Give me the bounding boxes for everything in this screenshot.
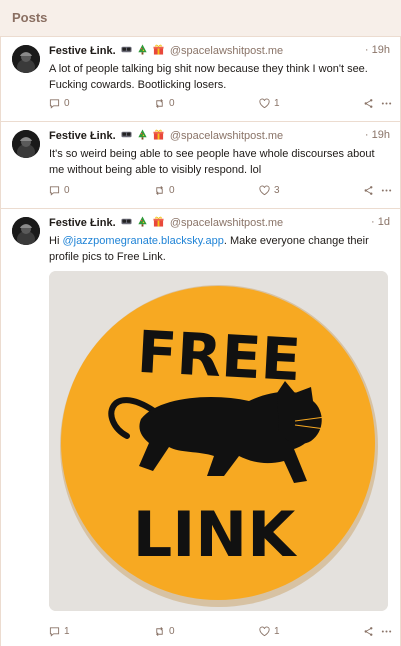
more-options-button[interactable] — [381, 98, 392, 109]
post[interactable]: Festive Łink. @spacelawshitpost.me · 1d … — [0, 208, 401, 646]
christmas-tree-icon — [137, 216, 148, 227]
christmas-tree-icon — [137, 44, 148, 55]
gift-icon — [153, 44, 164, 55]
repost-button[interactable]: 0 — [154, 626, 175, 637]
share-button[interactable] — [363, 98, 374, 109]
author-name[interactable]: Festive Łink. — [49, 217, 116, 229]
posts-header: Posts — [0, 0, 401, 36]
repost-count: 0 — [169, 185, 175, 196]
post-time[interactable]: · 19h — [365, 44, 390, 56]
post-header: Festive Łink. @spacelawshitpost.me · 19h — [49, 44, 390, 60]
repost-icon — [154, 98, 165, 109]
repost-count: 0 — [169, 98, 175, 109]
author-handle[interactable]: @spacelawshitpost.me — [170, 217, 283, 229]
post-actions: 0 0 1 — [49, 98, 390, 112]
share-icon — [363, 98, 374, 109]
more-icon — [381, 185, 392, 196]
post-time[interactable]: · 19h — [365, 129, 390, 141]
reply-icon — [49, 185, 60, 196]
post-time[interactable]: · 1d — [371, 216, 390, 228]
reply-button[interactable]: 0 — [49, 98, 70, 109]
reply-button[interactable]: 1 — [49, 626, 70, 637]
like-icon — [259, 185, 270, 196]
author-name[interactable]: Festive Łink. — [49, 130, 116, 142]
free-link-button-image: FREE LINK — [49, 271, 388, 611]
glasses-icon — [121, 129, 132, 140]
post-feed: Festive Łink. @spacelawshitpost.me · 19h… — [0, 36, 401, 646]
repost-button[interactable]: 0 — [154, 185, 175, 196]
repost-count: 0 — [169, 626, 175, 637]
repost-icon — [154, 185, 165, 196]
share-button[interactable] — [363, 626, 374, 637]
image-embed[interactable]: FREE LINK — [49, 271, 388, 611]
like-count: 1 — [274, 98, 280, 109]
post-text: Hi @jazzpomegranate.blacksky.app. Make e… — [49, 233, 381, 265]
post-actions: 1 0 1 — [49, 626, 390, 640]
avatar-image — [12, 130, 40, 158]
more-options-button[interactable] — [381, 626, 392, 637]
avatar[interactable] — [12, 45, 40, 73]
like-button[interactable]: 3 — [259, 185, 280, 196]
like-count: 3 — [274, 185, 280, 196]
author-handle[interactable]: @spacelawshitpost.me — [170, 130, 283, 142]
author-name[interactable]: Festive Łink. — [49, 45, 116, 57]
reply-icon — [49, 626, 60, 637]
button-text-line1: FREE — [136, 318, 303, 394]
like-button[interactable]: 1 — [259, 626, 280, 637]
post[interactable]: Festive Łink. @spacelawshitpost.me · 19h… — [0, 121, 401, 208]
gift-icon — [153, 129, 164, 140]
gift-icon — [153, 216, 164, 227]
glasses-icon — [121, 216, 132, 227]
section-title: Posts — [12, 10, 48, 25]
avatar[interactable] — [12, 217, 40, 245]
glasses-icon — [121, 44, 132, 55]
share-icon — [363, 185, 374, 196]
reply-icon — [49, 98, 60, 109]
post-text: It's so weird being able to see people h… — [49, 148, 375, 176]
more-icon — [381, 626, 392, 637]
like-button[interactable]: 1 — [259, 98, 280, 109]
avatar[interactable] — [12, 130, 40, 158]
repost-button[interactable]: 0 — [154, 98, 175, 109]
more-options-button[interactable] — [381, 185, 392, 196]
avatar-image — [12, 217, 40, 245]
reply-count: 1 — [64, 626, 70, 637]
button-text-line2: LINK — [133, 498, 297, 571]
more-icon — [381, 98, 392, 109]
share-icon — [363, 626, 374, 637]
like-icon — [259, 626, 270, 637]
like-count: 1 — [274, 626, 280, 637]
reply-button[interactable]: 0 — [49, 185, 70, 196]
author-handle[interactable]: @spacelawshitpost.me — [170, 45, 283, 57]
mention-link[interactable]: @jazzpomegranate.blacksky.app — [62, 235, 223, 247]
reply-count: 0 — [64, 185, 70, 196]
post-text-prefix: Hi — [49, 235, 63, 247]
repost-icon — [154, 626, 165, 637]
avatar-image — [12, 45, 40, 73]
post[interactable]: Festive Łink. @spacelawshitpost.me · 19h… — [0, 36, 401, 121]
post-header: Festive Łink. @spacelawshitpost.me · 1d — [49, 216, 390, 232]
christmas-tree-icon — [137, 129, 148, 140]
reply-count: 0 — [64, 98, 70, 109]
post-actions: 0 0 3 — [49, 185, 390, 199]
share-button[interactable] — [363, 185, 374, 196]
post-header: Festive Łink. @spacelawshitpost.me · 19h — [49, 129, 390, 145]
post-text: A lot of people talking big shit now bec… — [49, 63, 368, 91]
like-icon — [259, 98, 270, 109]
